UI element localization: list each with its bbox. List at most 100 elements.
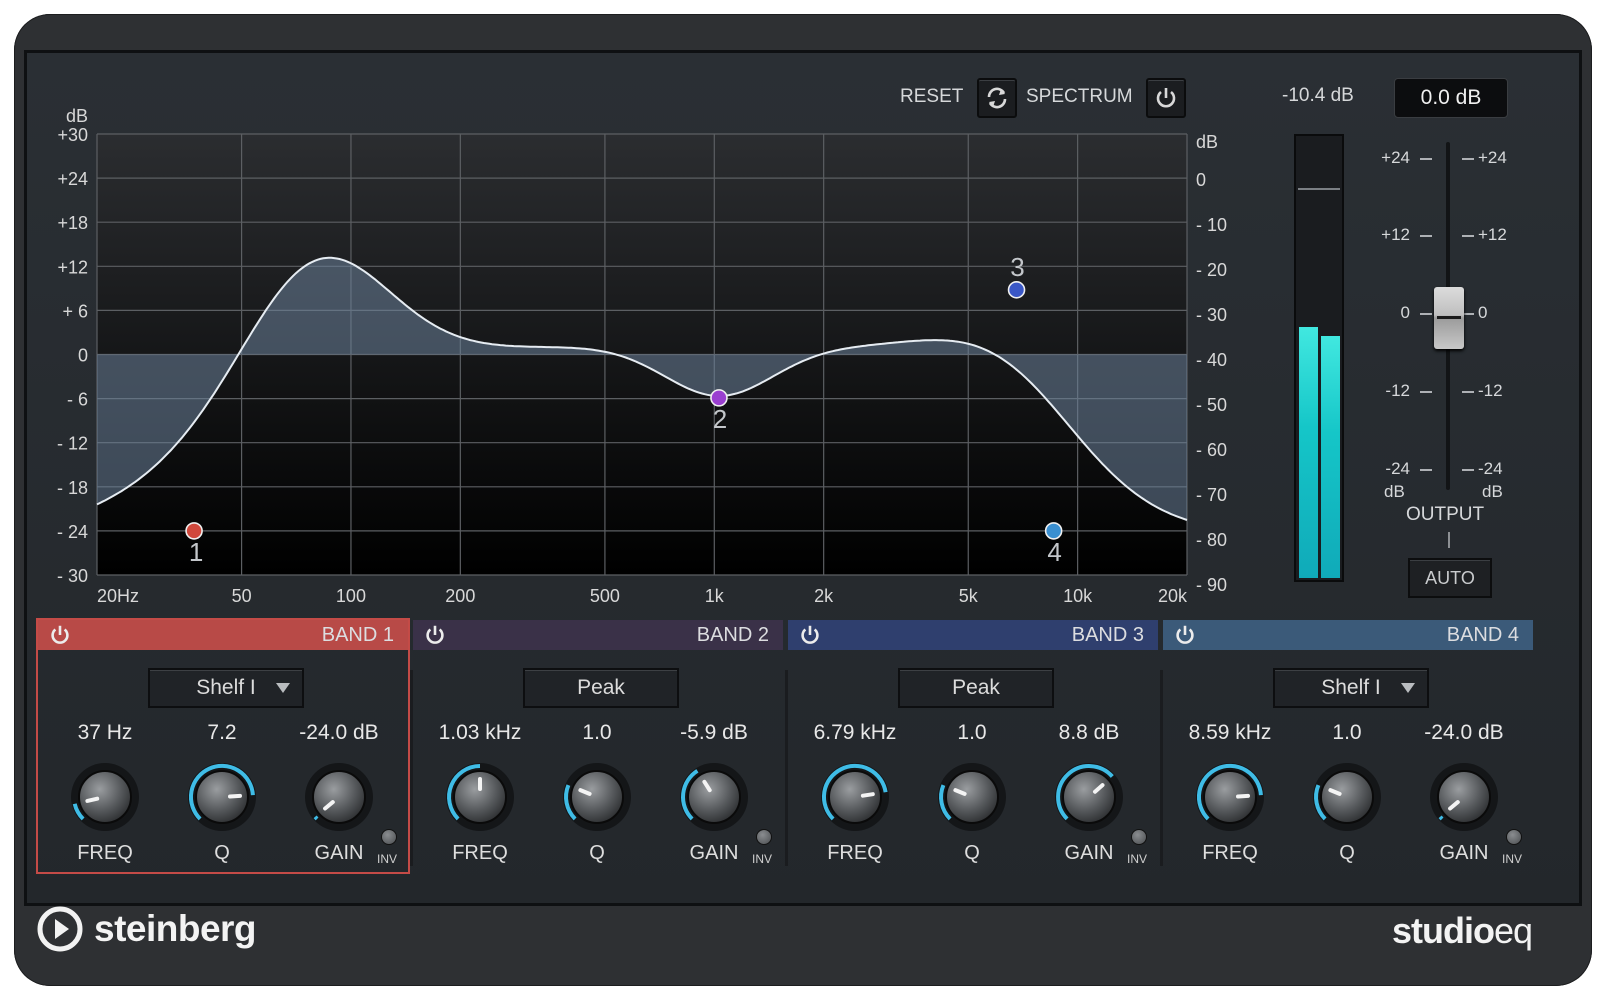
output-scale-tick — [1420, 313, 1432, 315]
freq-axis-tick: 2k — [814, 586, 834, 606]
output-scale-right-label: -12 — [1478, 381, 1503, 400]
band-1-header[interactable]: BAND 1 — [38, 620, 408, 650]
band-power-icon[interactable] — [423, 623, 447, 647]
auto-button[interactable]: AUTO — [1408, 558, 1492, 598]
filter-type-label: Shelf I — [196, 676, 256, 699]
band-3-node-label: 3 — [1010, 252, 1024, 282]
freq-knob[interactable] — [68, 760, 142, 834]
gain-value[interactable]: 8.8 dB — [1034, 721, 1144, 745]
left-axis-tick: - 30 — [57, 566, 88, 586]
meter-right-channel — [1321, 336, 1340, 578]
freq-value[interactable]: 8.59 kHz — [1175, 721, 1285, 745]
output-unit-left: dB — [1384, 482, 1405, 501]
invert-label: INV — [377, 852, 398, 866]
invert-toggle[interactable] — [756, 829, 772, 845]
freq-axis-tick: 20Hz — [97, 586, 139, 606]
gain-knob[interactable] — [1427, 760, 1501, 834]
q-value[interactable]: 7.2 — [167, 721, 277, 745]
output-scale-right-label: +24 — [1478, 148, 1507, 167]
left-axis-tick: - 18 — [57, 478, 88, 498]
left-axis-tick: +18 — [57, 213, 88, 233]
gain-knob[interactable] — [1052, 760, 1126, 834]
gain-knob-label: GAIN — [1439, 842, 1489, 864]
right-axis-tick: - 40 — [1196, 350, 1227, 370]
freq-axis-tick: 100 — [336, 586, 366, 606]
freq-value[interactable]: 37 Hz — [50, 721, 160, 745]
invert-toggle[interactable] — [381, 829, 397, 845]
freq-axis-tick: 10k — [1063, 586, 1093, 606]
gain-knob[interactable] — [677, 760, 751, 834]
output-scale-tick — [1462, 469, 1474, 471]
q-knob[interactable] — [560, 760, 634, 834]
right-axis-tick: - 90 — [1196, 575, 1227, 595]
filter-type-selector[interactable]: Shelf I — [148, 668, 304, 708]
output-scale-right-label: 0 — [1478, 303, 1488, 322]
band-power-icon[interactable] — [1173, 623, 1197, 647]
invert-label: INV — [1127, 852, 1148, 866]
dropdown-arrow-icon — [276, 683, 290, 693]
output-scale-tick — [1462, 235, 1474, 237]
filter-type-selector[interactable]: Shelf I — [1273, 668, 1429, 708]
band-3-node[interactable] — [1007, 281, 1026, 299]
freq-value[interactable]: 6.79 kHz — [800, 721, 910, 745]
output-fader-handle[interactable] — [1434, 287, 1464, 349]
q-knob-label: Q — [589, 842, 605, 864]
steinberg-play-icon — [37, 906, 83, 952]
gain-value[interactable]: -24.0 dB — [284, 721, 394, 745]
freq-axis-tick: 5k — [959, 586, 979, 606]
band-power-icon[interactable] — [48, 623, 72, 647]
q-knob[interactable] — [1310, 760, 1384, 834]
freq-knob[interactable] — [818, 760, 892, 834]
freq-axis-tick: 1k — [705, 586, 725, 606]
freq-axis-tick: 20k — [1158, 586, 1188, 606]
band-power-icon[interactable] — [798, 623, 822, 647]
left-axis-unit: dB — [66, 106, 88, 126]
eq-curve-display[interactable]: dBdB+30+24+18+12+ 60- 6- 12- 18- 24- 300… — [40, 100, 1250, 620]
freq-axis-tick: 200 — [445, 586, 475, 606]
output-gain-field[interactable]: 0.0 dB — [1394, 78, 1508, 118]
band-separator — [785, 670, 788, 866]
band-2-header[interactable]: BAND 2 — [413, 620, 783, 650]
band-4-header[interactable]: BAND 4 — [1163, 620, 1533, 650]
q-value[interactable]: 1.0 — [917, 721, 1027, 745]
gain-value[interactable]: -5.9 dB — [659, 721, 769, 745]
output-scale-left-label: 0 — [1400, 303, 1410, 322]
filter-type-selector[interactable]: Peak — [523, 668, 679, 708]
filter-type-selector[interactable]: Peak — [898, 668, 1054, 708]
output-scale-left-label: -12 — [1385, 381, 1410, 400]
product-name: studioeq — [1392, 910, 1533, 952]
right-axis-tick: - 50 — [1196, 395, 1227, 415]
band-3-header[interactable]: BAND 3 — [788, 620, 1158, 650]
left-axis-tick: + 6 — [62, 301, 88, 321]
band-2-node-label: 2 — [713, 404, 727, 434]
gain-knob[interactable] — [302, 760, 376, 834]
invert-toggle[interactable] — [1506, 829, 1522, 845]
freq-knob[interactable] — [443, 760, 517, 834]
gain-value[interactable]: -24.0 dB — [1409, 721, 1519, 745]
q-value[interactable]: 1.0 — [542, 721, 652, 745]
filter-type-label: Peak — [952, 676, 1000, 699]
band-separator — [410, 670, 413, 866]
left-axis-tick: - 12 — [57, 434, 88, 454]
output-scale-right-label: -24 — [1478, 459, 1503, 478]
q-value[interactable]: 1.0 — [1292, 721, 1402, 745]
band-1-panel: BAND 1 Shelf I 37 Hz 7.2 -24.0 dB FREQ Q… — [36, 618, 410, 874]
output-scale-tick — [1420, 235, 1432, 237]
freq-knob[interactable] — [1193, 760, 1267, 834]
q-knob[interactable] — [935, 760, 1009, 834]
band-1-node-label: 1 — [189, 537, 203, 567]
output-scale-tick — [1462, 391, 1474, 393]
peak-level-readout: -10.4 dB — [1282, 85, 1354, 106]
meter-peak-hold — [1298, 188, 1340, 190]
band-title: BAND 1 — [321, 623, 394, 646]
right-axis-tick: - 80 — [1196, 530, 1227, 550]
invert-toggle[interactable] — [1131, 829, 1147, 845]
output-scale-tick — [1420, 158, 1432, 160]
q-knob[interactable] — [185, 760, 259, 834]
right-axis-tick: - 30 — [1196, 305, 1227, 325]
output-label: OUTPUT — [1406, 504, 1485, 525]
right-axis-unit: dB — [1196, 132, 1218, 152]
filter-type-label: Shelf I — [1321, 676, 1381, 699]
output-scale-tick — [1420, 469, 1432, 471]
freq-value[interactable]: 1.03 kHz — [425, 721, 535, 745]
